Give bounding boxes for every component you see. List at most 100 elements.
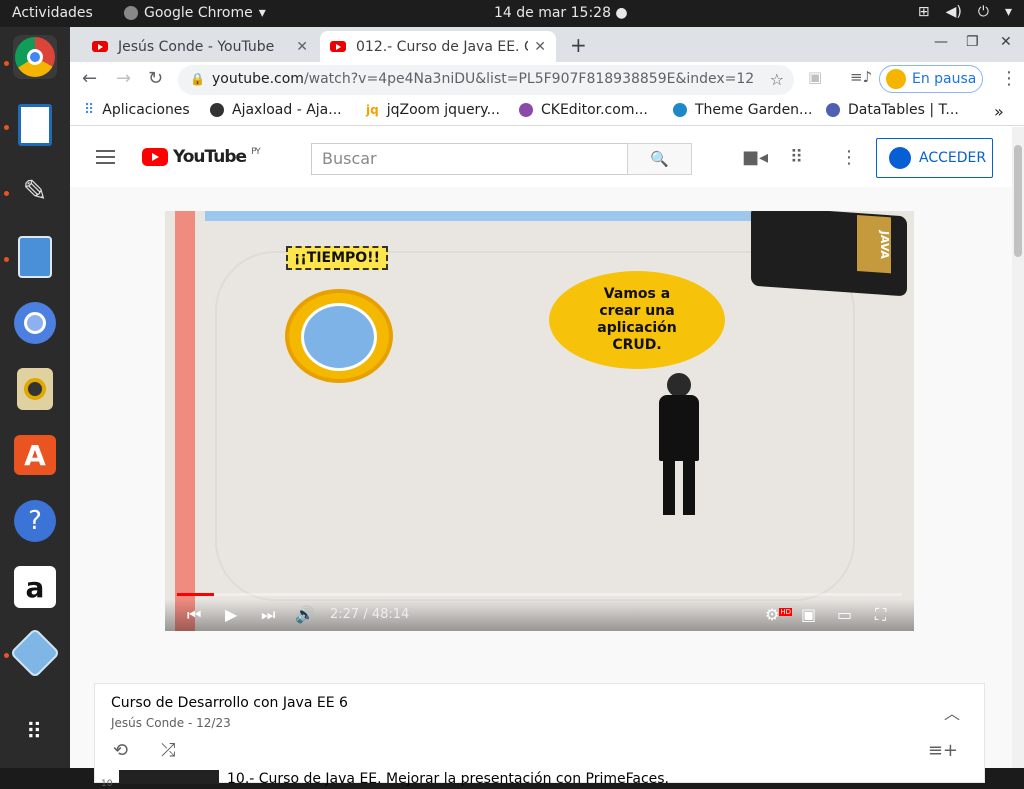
show-applications-button[interactable]: ⠿ — [13, 711, 57, 755]
minimize-button[interactable]: — — [934, 34, 948, 50]
activities-button[interactable]: Actividades — [12, 5, 93, 21]
apps-grid-icon[interactable]: ⠿ — [790, 147, 803, 168]
running-indicator — [4, 257, 9, 262]
youtube-page: YouTube PY Buscar 🔍 ■◂ ⠿ ⋮ ACCEDER ¡¡TIE… — [70, 127, 1012, 789]
tab-jesus-conde[interactable]: Jesús Conde - YouTube ✕ — [82, 31, 318, 62]
back-button[interactable]: ← — [82, 68, 97, 89]
bookmark-datatables[interactable]: DataTables | T... — [826, 102, 959, 118]
speaker-icon — [17, 368, 53, 410]
tab-curso-java[interactable]: 012.- Curso de Java EE. Cr ✕ — [320, 31, 556, 62]
tab-strip: Jesús Conde - YouTube ✕ 012.- Curso de J… — [70, 27, 1024, 62]
chevron-down-icon: ▾ — [258, 5, 266, 21]
video-player[interactable]: ¡¡TIEMPO!! Vamos a crear una aplicación … — [165, 211, 914, 631]
bookmark-star-icon[interactable]: ☆ — [770, 70, 784, 89]
youtube-header: YouTube PY Buscar 🔍 ■◂ ⠿ ⋮ ACCEDER — [70, 127, 1012, 187]
app-menu[interactable]: Google Chrome ▾ — [124, 5, 266, 21]
bookmark-label: Ajaxload - Aja... — [232, 102, 342, 118]
close-tab-icon[interactable]: ✕ — [534, 39, 546, 55]
paintbrush-icon: ✎ — [22, 173, 48, 209]
profile-label: En pausa — [912, 71, 977, 87]
scrollbar-thumb[interactable] — [1014, 145, 1022, 257]
bookmark-apps[interactable]: ⠿ Aplicaciones — [84, 102, 190, 118]
sign-in-button[interactable]: ACCEDER — [876, 138, 993, 178]
chromium-icon — [14, 302, 56, 344]
address-bar[interactable]: 🔒 youtube.com/watch?v=4pe4Na3niDU&list=P… — [178, 65, 794, 95]
video-left-pillar — [175, 211, 195, 631]
dock-impress[interactable] — [13, 103, 57, 147]
dock-chrome[interactable] — [13, 35, 57, 79]
amazon-icon: a — [14, 566, 56, 608]
playlist-title[interactable]: Curso de Desarrollo con Java EE 6 — [111, 695, 348, 711]
playlist-item-thumbnail[interactable] — [119, 770, 219, 784]
dock-amazon[interactable]: a — [13, 565, 57, 609]
datatables-icon — [826, 103, 840, 117]
collapse-chevron-icon[interactable]: ︿ — [944, 700, 960, 724]
restore-button[interactable]: ❐ — [966, 34, 979, 50]
close-window-button[interactable]: ✕ — [1000, 34, 1012, 50]
tab-title: Jesús Conde - YouTube — [118, 38, 275, 55]
chevron-down-icon: ▾ — [1004, 4, 1012, 20]
extension-icon[interactable]: ▣ — [808, 68, 822, 86]
theme-garden-icon — [673, 103, 687, 117]
bookmark-theme-garden[interactable]: Theme Garden... — [673, 102, 812, 118]
play-icon[interactable]: ▶ — [225, 605, 237, 624]
progress-bar[interactable] — [177, 593, 902, 596]
bookmark-label: CKEditor.com... — [541, 102, 648, 118]
settings-gear-icon[interactable]: ⚙HD — [765, 605, 792, 624]
bookmark-ajaxload[interactable]: Ajaxload - Aja... — [210, 102, 342, 118]
new-tab-button[interactable]: + — [570, 33, 587, 57]
dock-ubuntu-software[interactable]: A — [13, 433, 57, 477]
dock-help[interactable]: ? — [13, 499, 57, 543]
page-scrollbar[interactable] — [1012, 127, 1024, 768]
software-bag-icon: A — [14, 435, 56, 475]
previous-icon[interactable]: ⏮ — [187, 605, 201, 625]
menu-icon[interactable] — [96, 150, 115, 164]
next-icon[interactable]: ⏭ — [261, 605, 275, 625]
bookmark-label: Aplicaciones — [102, 102, 190, 118]
dock-rhythmbox[interactable] — [13, 367, 57, 411]
user-icon — [889, 147, 911, 169]
dock-pinta[interactable]: ✎ — [13, 169, 57, 213]
search-icon: 🔍 — [650, 150, 669, 168]
ckeditor-icon — [519, 103, 533, 117]
media-controls-icon[interactable]: ≡♪ — [850, 68, 872, 86]
profile-button[interactable]: En pausa — [879, 65, 983, 93]
search-input[interactable]: Buscar — [311, 143, 628, 175]
bookmark-jqzoom[interactable]: jq jqZoom jquery... — [366, 102, 500, 118]
youtube-logo[interactable]: YouTube PY — [142, 147, 261, 167]
fullscreen-icon[interactable]: ⛶ — [875, 605, 886, 625]
java-badge-text: JAVA — [857, 214, 891, 274]
youtube-favicon-icon — [330, 41, 346, 52]
dock-chromium[interactable] — [13, 301, 57, 345]
system-tray[interactable]: ⊞ ◀) ⏻ ▾ — [918, 4, 1012, 20]
player-controls: ⏮ ▶ ⏭ 🔊 2:27 / 48:14 ⚙HD ▣ ▭ ⛶ — [165, 599, 914, 631]
bookmark-ckeditor[interactable]: CKEditor.com... — [519, 102, 648, 118]
more-bookmarks-icon[interactable]: » — [994, 102, 1004, 121]
close-tab-icon[interactable]: ✕ — [296, 39, 308, 55]
bookmark-label: jqZoom jquery... — [386, 102, 500, 118]
youtube-favicon-icon — [92, 41, 108, 52]
dock-files[interactable] — [13, 235, 57, 279]
playlist-panel: Curso de Desarrollo con Java EE 6 Jesús … — [94, 683, 985, 789]
shuffle-icon[interactable]: ⤮ — [161, 740, 175, 761]
reload-button[interactable]: ↻ — [148, 68, 163, 89]
volume-icon[interactable]: 🔊 — [295, 605, 315, 624]
grid-icon: ⠿ — [25, 720, 45, 745]
forward-button[interactable]: → — [116, 68, 131, 89]
settings-more-icon[interactable]: ⋮ — [840, 147, 858, 168]
search-button[interactable]: 🔍 — [627, 143, 692, 175]
loop-icon[interactable]: ⟲ — [113, 740, 128, 761]
volume-icon: ◀) — [945, 4, 962, 20]
clock[interactable]: 14 de mar 15:28 ● — [494, 5, 628, 21]
bookmark-label: Theme Garden... — [695, 102, 813, 118]
add-to-queue-icon[interactable]: ≡+ — [928, 740, 958, 761]
chrome-menu-icon[interactable]: ⋮ — [1000, 68, 1018, 89]
presentation-icon — [18, 104, 52, 146]
help-icon: ? — [14, 500, 56, 542]
playlist-item-title[interactable]: 10.- Curso de Java EE. Mejorar la presen… — [227, 771, 669, 787]
chrome-icon — [15, 37, 55, 77]
create-video-icon[interactable]: ■◂ — [742, 147, 768, 168]
dock-virtualbox[interactable] — [9, 627, 61, 679]
miniplayer-icon[interactable]: ▣ — [801, 605, 816, 624]
theater-mode-icon[interactable]: ▭ — [837, 605, 852, 624]
